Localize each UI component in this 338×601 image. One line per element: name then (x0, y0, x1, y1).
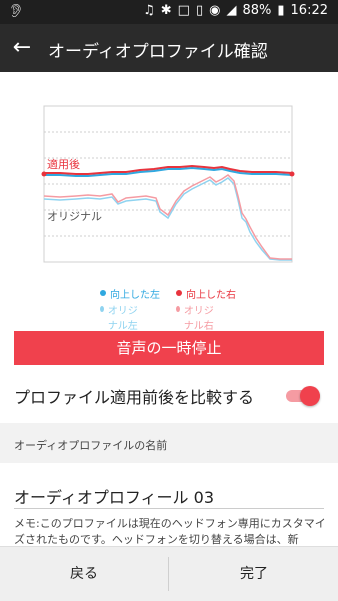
signal-icon: ◢ (226, 3, 237, 18)
legend-label: オリジナル左 (107, 306, 138, 332)
legend-item-improved-right: 向上した右 (176, 286, 236, 301)
compare-toggle[interactable] (286, 386, 320, 406)
button-divider (168, 557, 169, 591)
memo-text: メモ:このプロファイルは現在のヘッドフォン専用にカスタマイズされたものです。ヘッ… (14, 517, 326, 546)
pause-audio-button[interactable]: 音声の一時停止 (14, 331, 324, 365)
legend-dot (100, 290, 106, 296)
legend-item-original-right: オリジナル右 (176, 302, 222, 332)
battery-level: 88% (242, 3, 272, 18)
frequency-chart: 適用後 オリジナル (0, 72, 338, 318)
clock: 16:22 (290, 3, 328, 18)
back-arrow-icon[interactable]: ← (8, 34, 36, 62)
legend-dot (176, 290, 182, 296)
legend-item-original-left: オリジナル左 (100, 302, 146, 332)
compare-toggle-row[interactable]: プロファイル適用前後を比較する (14, 384, 324, 407)
done-button[interactable]: 完了 (170, 547, 338, 601)
label-original: オリジナル (47, 210, 102, 223)
legend-dot (176, 306, 180, 312)
section-header-label: オーディオプロファイルの名前 (14, 439, 168, 452)
frequency-chart-svg: 適用後 オリジナル (41, 105, 295, 263)
profile-name-field[interactable]: オーディオプロフィール 03 (14, 484, 214, 508)
field-underline (14, 508, 324, 509)
status-icons: ♫ ✱ □ ▯ ◉ ◢ 88% ▮ 16:22 (143, 3, 328, 18)
legend-label: オリジナル右 (183, 306, 214, 332)
legend-item-improved-left: 向上した左 (100, 286, 160, 301)
page-title: オーディオプロファイル確認 (48, 42, 268, 62)
bluetooth-icon: ✱ (160, 3, 172, 18)
label-after: 適用後 (47, 157, 80, 171)
legend-label: 向上した左 (110, 290, 160, 301)
status-bar: 👂︎ ♫ ✱ □ ▯ ◉ ◢ 88% ▮ 16:22 (0, 0, 338, 24)
after-start-marker (41, 171, 47, 177)
wifi-icon: ◉ (209, 3, 221, 18)
nfc-icon: □ (177, 3, 190, 18)
battery-icon: ▮ (277, 3, 285, 18)
back-button[interactable]: 戻る (0, 547, 168, 601)
toggle-knob (300, 386, 320, 406)
bottom-action-bar: 戻る 完了 (0, 546, 338, 601)
section-header: オーディオプロファイルの名前 (0, 423, 338, 463)
legend-dot (100, 306, 104, 312)
compare-label: プロファイル適用前後を比較する (14, 388, 255, 407)
headphones-icon: ♫ (143, 3, 155, 18)
vibrate-icon: ▯ (195, 3, 204, 18)
legend-label: 向上した右 (186, 290, 236, 301)
app-bar: ← オーディオプロファイル確認 (0, 24, 338, 72)
after-end-marker (289, 171, 295, 177)
ear-icon: 👂︎ (8, 4, 25, 19)
